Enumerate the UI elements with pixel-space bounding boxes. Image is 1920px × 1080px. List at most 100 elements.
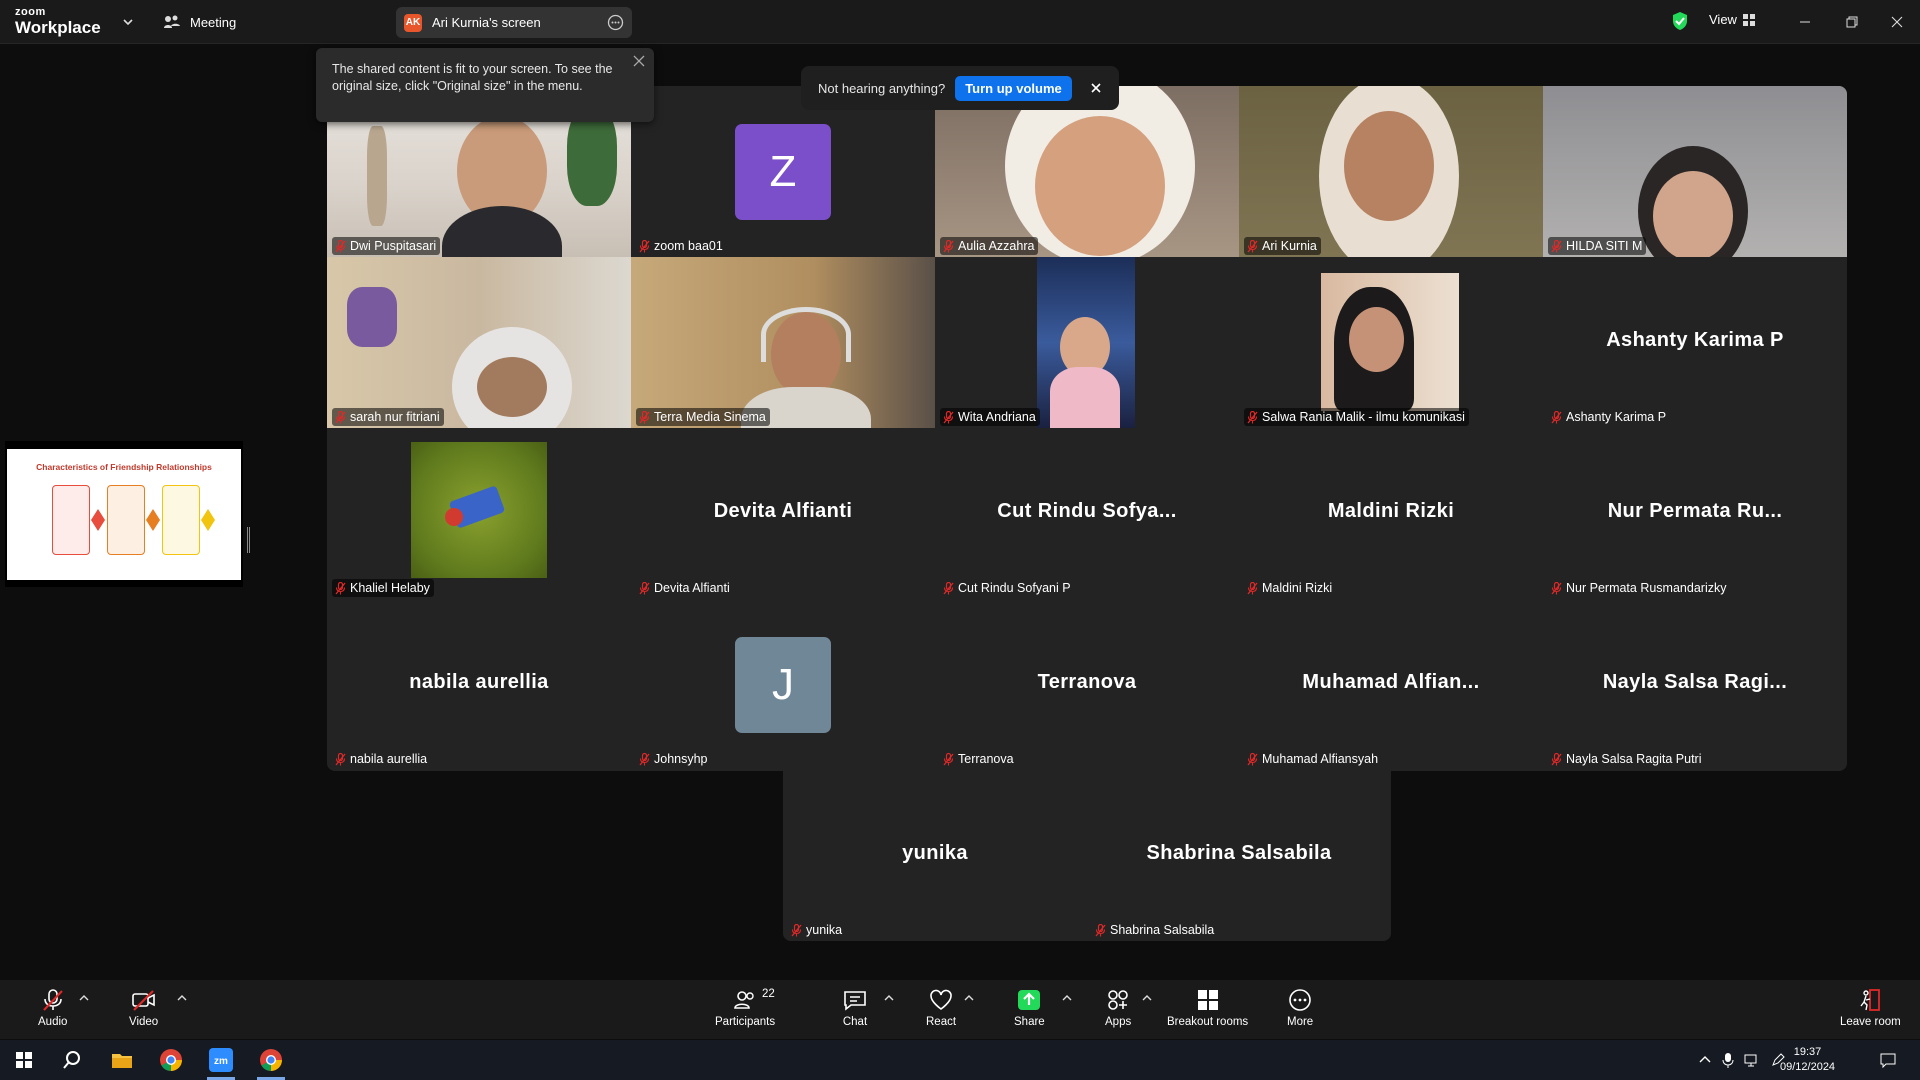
participant-name-tag: Khaliel Helaby (332, 579, 434, 597)
participant-name-tag: Terranova (940, 750, 1018, 768)
sharer-avatar: AK (404, 13, 422, 32)
participant-tile[interactable]: Cut Rindu Sofya... Cut Rindu Sofyani P (935, 428, 1239, 599)
more-options-icon[interactable] (607, 14, 624, 31)
participant-tile[interactable]: J Johnsyhp (631, 599, 935, 770)
search-icon[interactable] (58, 1046, 86, 1074)
participant-tile[interactable]: Ashanty Karima P Ashanty Karima P (1543, 257, 1847, 428)
participant-tile[interactable]: Salwa Rania Malik - ilmu komunikasi (1239, 257, 1543, 428)
windows-start-icon[interactable] (10, 1046, 38, 1074)
clock-date: 09/12/2024 (1780, 1061, 1836, 1073)
react-label: React (926, 1016, 957, 1028)
close-icon[interactable] (632, 54, 646, 68)
participant-name: Dwi Puspitasari (350, 239, 437, 253)
view-label: View (1709, 12, 1737, 27)
participant-name-tag: Cut Rindu Sofyani P (940, 579, 1075, 597)
close-icon[interactable] (1090, 82, 1102, 94)
slide-column (52, 485, 90, 555)
apps-button[interactable]: Apps (1105, 988, 1131, 1028)
audio-label: Audio (38, 1016, 68, 1028)
chrome-icon[interactable] (157, 1046, 185, 1074)
participant-display-name: Terranova (1037, 671, 1137, 693)
chevron-up-icon[interactable] (1142, 994, 1152, 1002)
chevron-up-icon[interactable] (1062, 994, 1072, 1002)
turn-up-volume-button[interactable]: Turn up volume (955, 75, 1072, 101)
chrome-icon[interactable] (257, 1046, 285, 1074)
participant-display-name: Devita Alfianti (713, 500, 853, 522)
close-icon[interactable] (1887, 12, 1907, 32)
participant-tile[interactable]: yunika yunika (783, 770, 1087, 941)
chat-button[interactable]: Chat (842, 988, 868, 1028)
participant-name-tag: Maldini Rizki (1244, 579, 1336, 597)
video-label: Video (129, 1016, 159, 1028)
file-explorer-icon[interactable] (108, 1046, 136, 1074)
participant-tile[interactable]: Nayla Salsa Ragi... Nayla Salsa Ragita Pu… (1543, 599, 1847, 770)
microphone-muted-icon (1247, 752, 1258, 765)
participant-tile[interactable]: Khaliel Helaby (327, 428, 631, 599)
participant-tile[interactable]: Terra Media Sinema (631, 257, 935, 428)
shared-content-thumbnail[interactable]: Characteristics of Friendship Relationsh… (5, 441, 243, 587)
participant-tile[interactable]: Shabrina Salsabila Shabrina Salsabila (1087, 770, 1391, 941)
microphone-muted-icon (1247, 239, 1258, 252)
zoom-window: { "titlebar": { "logo_top": "zoom", "log… (0, 0, 1920, 1080)
tooltip-text: The shared content is fit to your screen… (332, 62, 613, 93)
restore-icon[interactable] (1842, 12, 1862, 32)
network-icon[interactable] (1744, 1052, 1760, 1068)
zoom-app-icon[interactable]: zm (207, 1046, 235, 1074)
leave-room-label: Leave room (1840, 1016, 1901, 1028)
system-clock[interactable]: 19:37 09/12/2024 (1780, 1045, 1835, 1075)
resize-handle[interactable] (247, 527, 250, 553)
breakout-rooms-button[interactable]: Breakout rooms (1167, 988, 1248, 1028)
more-button[interactable]: More (1287, 988, 1313, 1028)
participant-tile[interactable]: nabila aurellia nabila aurellia (327, 599, 631, 770)
chat-icon (844, 991, 866, 1011)
microphone-muted-icon (943, 752, 954, 765)
participant-tile[interactable]: Ari Kurnia (1239, 86, 1543, 257)
participant-tile[interactable]: Wita Andriana (935, 257, 1239, 428)
participant-name: Nayla Salsa Ragita Putri (1566, 752, 1702, 766)
participant-tile[interactable]: Terranova Terranova (935, 599, 1239, 770)
participant-tile[interactable]: Devita Alfianti Devita Alfianti (631, 428, 935, 599)
clock-time: 19:37 (1793, 1046, 1822, 1058)
share-label: Share (1014, 1016, 1045, 1028)
participant-display-name: Muhamad Alfian... (1302, 671, 1480, 693)
participant-tile[interactable]: Maldini Rizki Maldini Rizki (1239, 428, 1543, 599)
share-button[interactable]: Share (1014, 988, 1045, 1028)
participant-tile[interactable]: Aulia Azzahra (935, 86, 1239, 257)
leave-room-button[interactable]: Leave room (1840, 988, 1901, 1028)
meeting-info-button[interactable]: Meeting (163, 12, 236, 32)
chevron-down-icon[interactable] (120, 14, 136, 30)
view-button[interactable]: View (1709, 12, 1755, 27)
slide-marker (91, 509, 105, 531)
participant-tile[interactable]: Muhamad Alfian... Muhamad Alfiansyah (1239, 599, 1543, 770)
participant-avatar: J (735, 637, 831, 733)
gallery-view: Dwi Puspitasari Zzoom baa01 Aulia Azzahra A… (327, 86, 1847, 771)
participant-tile[interactable]: Zzoom baa01 (631, 86, 935, 257)
microphone-muted-icon (1247, 410, 1258, 423)
participant-name-tag: Terra Media Sinema (636, 408, 770, 426)
microphone-muted-icon (335, 239, 346, 252)
participants-icon (734, 991, 754, 1009)
participant-tile[interactable]: HILDA SITI M (1543, 86, 1847, 257)
camera-off-icon (131, 990, 155, 1011)
audio-button[interactable]: Audio (38, 988, 67, 1028)
participant-name: Shabrina Salsabila (1110, 923, 1215, 937)
chevron-up-icon[interactable] (177, 994, 187, 1002)
participant-name: Terra Media Sinema (654, 410, 766, 424)
participant-name-tag: Ashanty Karima P (1548, 408, 1670, 426)
security-shield-icon[interactable] (1671, 11, 1689, 31)
meeting-label: Meeting (190, 14, 237, 30)
participant-tile[interactable]: Nur Permata Ru... Nur Permata Rusmandariz… (1543, 428, 1847, 599)
microphone-icon[interactable] (1720, 1052, 1736, 1068)
participant-name: Maldini Rizki (1262, 581, 1333, 595)
notification-icon[interactable] (1880, 1052, 1896, 1068)
chevron-up-icon[interactable] (964, 994, 974, 1002)
minimize-icon[interactable] (1795, 12, 1815, 32)
chevron-up-icon[interactable] (884, 994, 894, 1002)
microphone-muted-icon (1247, 581, 1258, 594)
shared-screen-indicator[interactable]: AK Ari Kurnia's screen (396, 7, 632, 38)
chevron-up-icon[interactable] (1697, 1052, 1713, 1068)
participant-tile[interactable]: sarah nur fitriani (327, 257, 631, 428)
react-button[interactable]: React (926, 988, 956, 1028)
chevron-up-icon[interactable] (79, 994, 89, 1002)
video-button[interactable]: Video (129, 988, 158, 1028)
